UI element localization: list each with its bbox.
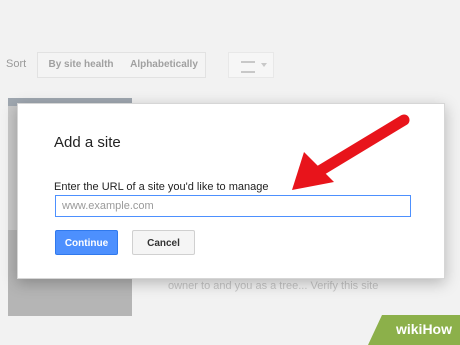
arrow-shaft <box>312 114 410 178</box>
wikihow-how: How <box>422 321 452 337</box>
red-arrow-annotation <box>292 114 410 190</box>
wikihow-logo-text: wikiHow <box>396 321 452 337</box>
wikihow-watermark: wikiHow <box>368 315 460 345</box>
wikihow-wiki: wiki <box>395 321 423 337</box>
